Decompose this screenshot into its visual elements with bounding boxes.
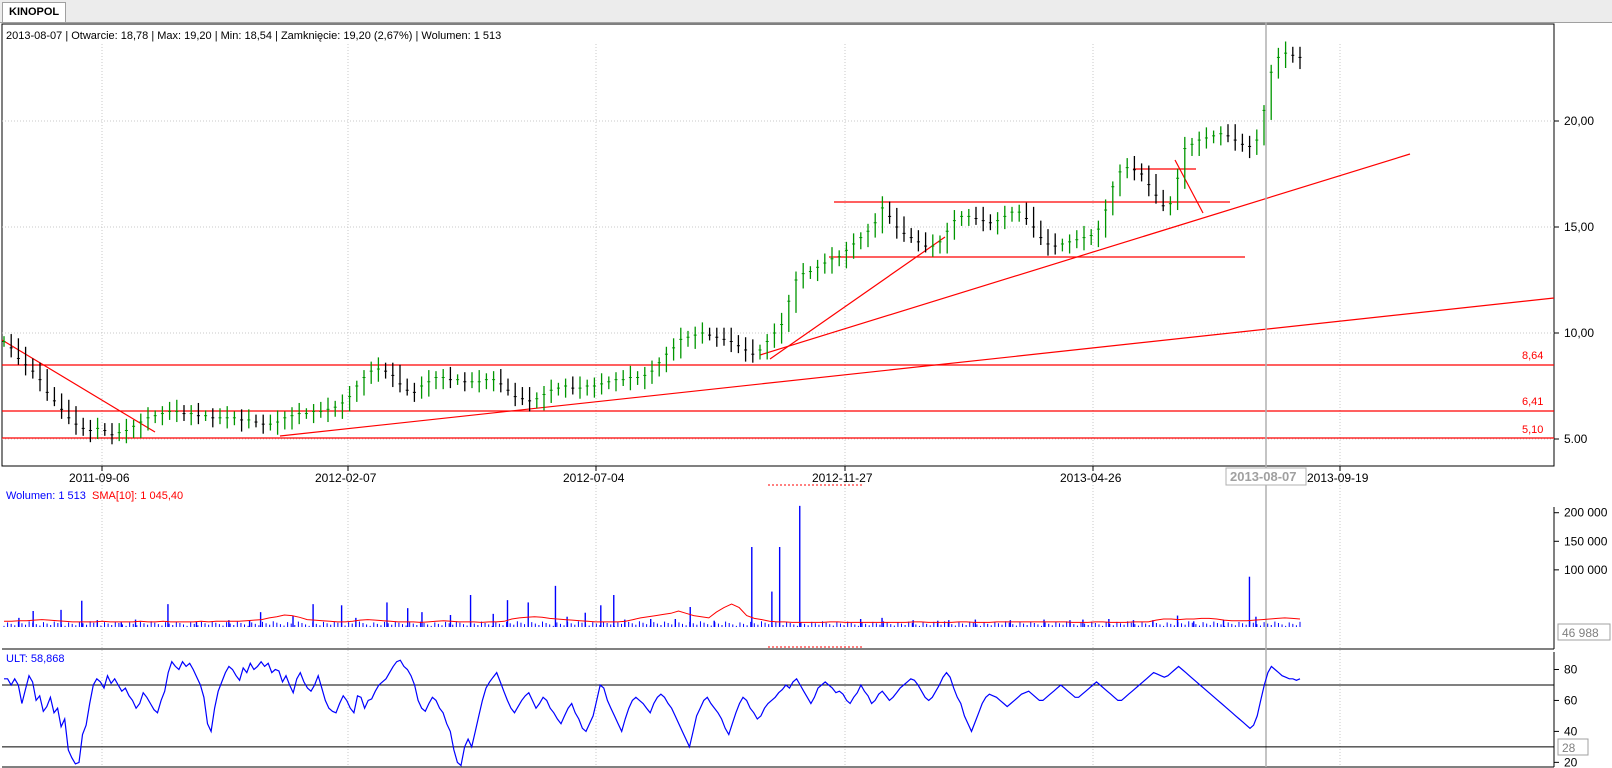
price-candles [2,41,1302,445]
price-y-axis: 5.00 10,00 15,00 20,00 [1554,114,1594,446]
vol-y-tick-label: 100 000 [1564,563,1608,577]
level-label-864: 8,64 [1522,350,1543,362]
x-tick-label: 2013-04-26 [1060,471,1122,485]
y-tick-label: 20,00 [1564,114,1594,128]
y-tick-label: 5.00 [1564,432,1588,446]
vol-y-tick-label: 200 000 [1564,506,1608,520]
price-panel-border [1,23,1555,467]
vol-y-tick-label: 150 000 [1564,534,1608,548]
ult-legend: ULT: 58,868 [6,653,65,665]
ult-line [4,659,1301,767]
gridlines [2,44,1554,767]
y-tick-label: 15,00 [1564,220,1594,234]
volume-legend-sma: SMA[10]: 1 045,40 [92,490,183,502]
date-axis: 2011-09-06 2012-02-07 2012-07-04 2012-11-27… [69,466,1369,485]
trend-mid [759,153,1411,356]
trend-long [279,297,1555,437]
downtrend-2013 [1174,159,1204,214]
x-tick-label: 2012-07-04 [563,471,625,485]
header-info: 2013-08-07 | Otwarcie: 18,78 | Max: 19,2… [6,30,501,42]
y-tick-label: 10,00 [1564,326,1594,340]
cursor-date-label: 2013-08-07 [1230,469,1297,484]
volume-legend-value: Wolumen: 1 513 [6,490,86,502]
osc-y-tick-label: 40 [1564,724,1578,738]
tab-kinopol[interactable]: KINOPOL [2,2,67,22]
x-tick-label: 2013-09-19 [1307,471,1369,485]
osc-y-tick-label: 60 [1564,693,1578,707]
x-tick-label: 2011-09-06 [69,471,130,485]
volume-last-value: 46 988 [1562,626,1599,640]
volume-sma-line [4,603,1301,623]
tab-bar: KINOPOL [0,0,1612,23]
x-tick-label: 2012-02-07 [315,471,377,485]
x-tick-label: 2012-11-27 [812,471,873,485]
chart-area[interactable]: 2013-08-07 | Otwarcie: 18,78 | Max: 19,2… [0,22,1612,768]
volume-bars [3,505,1301,627]
level-label-510: 5,10 [1522,424,1543,436]
volume-y-axis: 100 000 150 000 200 000 [1554,506,1608,577]
osc-y-tick-label: 20 [1564,755,1578,768]
osc-last-value: 28 [1562,741,1576,755]
annotation-lines [1,153,1555,439]
osc-y-tick-label: 80 [1564,662,1578,676]
level-label-641: 6,41 [1522,396,1543,408]
